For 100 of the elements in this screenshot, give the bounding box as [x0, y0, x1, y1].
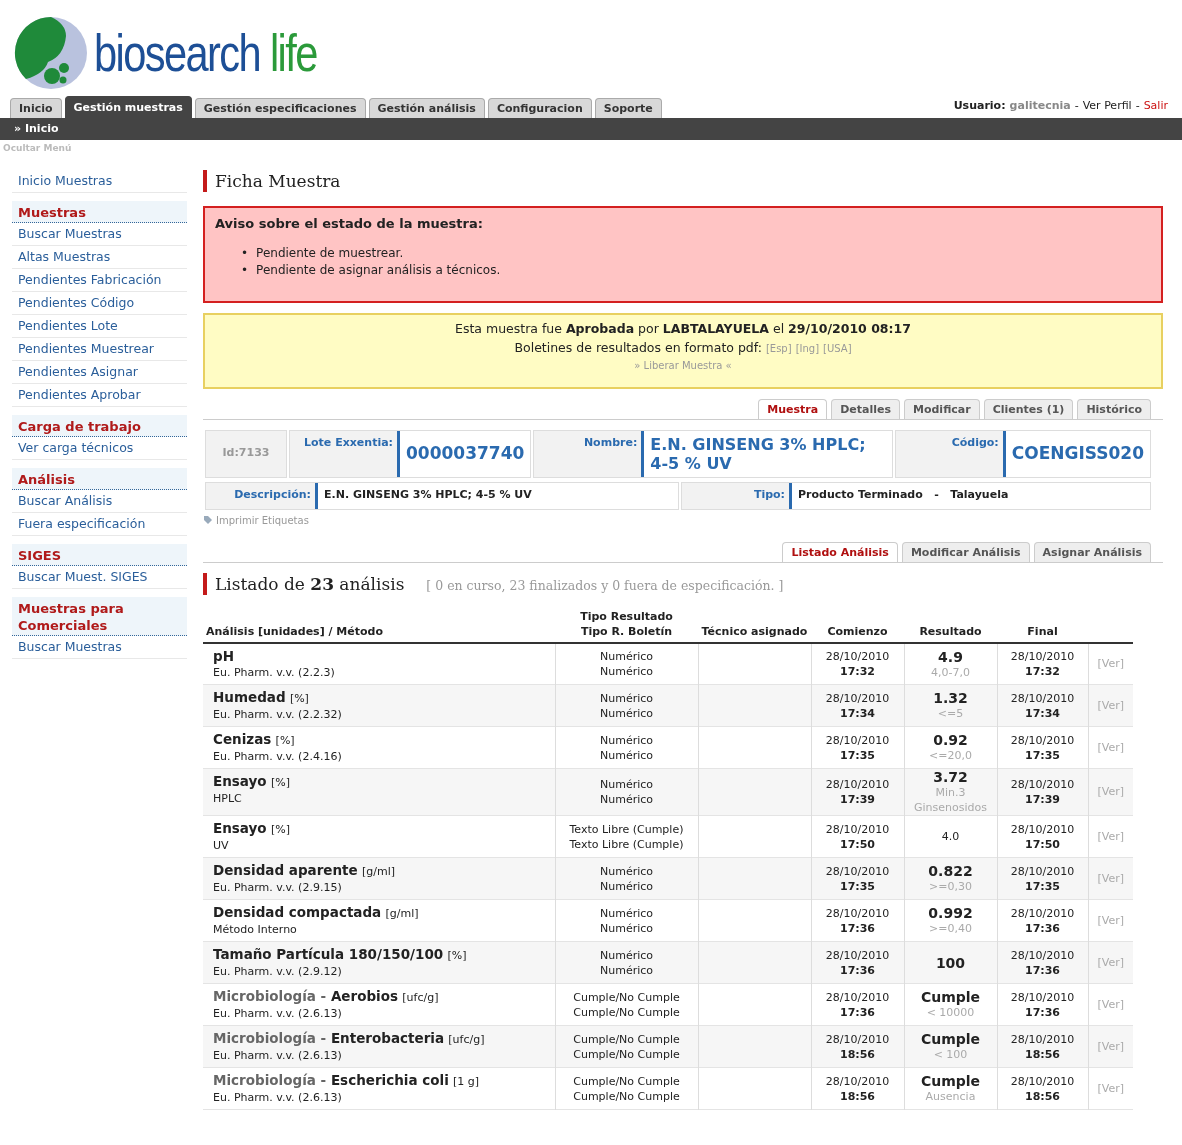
- result-spec: < 10000: [925, 1005, 976, 1021]
- tab[interactable]: Listado Análisis: [782, 541, 898, 562]
- start-date: 28/10/2010: [824, 1073, 891, 1089]
- name-value: E.N. GINSENG 3% HPLC; 4-5 % UV: [649, 433, 867, 475]
- sidebar-link[interactable]: Pendientes Muestrear: [12, 337, 187, 361]
- tab[interactable]: Modificar Análisis: [901, 541, 1030, 562]
- tab[interactable]: Clientes (1): [983, 398, 1074, 419]
- column-header: Resultado: [919, 625, 982, 639]
- result-value: Cumple: [919, 1031, 982, 1048]
- warning-item: Pendiente de muestrear.: [256, 245, 404, 262]
- end-time: 17:35: [1024, 747, 1061, 763]
- end-date: 28/10/2010: [1009, 947, 1076, 963]
- result-value: 0.992: [927, 905, 974, 922]
- sidebar-link[interactable]: Pendientes Fabricación: [12, 268, 187, 292]
- tag-icon: [203, 515, 213, 525]
- sidebar-heading: Análisis: [12, 467, 187, 490]
- lot-value: 0000037740: [405, 441, 526, 465]
- tab[interactable]: Gestión especificaciones: [194, 98, 366, 118]
- start-date: 28/10/2010: [824, 863, 891, 879]
- list-title: Listado de 23 análisis: [203, 572, 405, 595]
- result-spec: >=0,30: [928, 879, 973, 895]
- start-time: 17:36: [839, 962, 876, 978]
- logout-link[interactable]: Salir: [1143, 97, 1168, 114]
- tab[interactable]: Modificar: [904, 398, 980, 419]
- end-time: 17:36: [1024, 1004, 1061, 1020]
- column-header: Técnico asignado: [701, 625, 808, 639]
- tab[interactable]: Inicio: [10, 98, 62, 118]
- end-date: 28/10/2010: [1009, 690, 1076, 706]
- end-date: 28/10/2010: [1009, 777, 1076, 793]
- start-date: 28/10/2010: [824, 732, 891, 748]
- start-time: 17:36: [839, 1004, 876, 1020]
- analysis-method: UV: [213, 838, 230, 854]
- sidebar-link[interactable]: Pendientes Lote: [12, 314, 187, 338]
- tab[interactable]: Configuracion: [487, 98, 592, 118]
- result-value: 0.822: [927, 863, 974, 880]
- tab[interactable]: Gestión análisis: [368, 98, 485, 118]
- warning-title: Aviso sobre el estado de la muestra:: [215, 214, 484, 233]
- analysis-name: Ensayo [%]: [213, 773, 291, 792]
- result-type: Cumple/No Cumple: [572, 989, 681, 1005]
- report-type: Numérico: [598, 664, 654, 680]
- tab[interactable]: Histórico: [1077, 398, 1151, 419]
- result-type: Texto Libre (Cumple): [568, 821, 685, 837]
- type-value: Producto Terminado - Talayuela: [797, 487, 1010, 504]
- analysis-name: Microbiología - Escherichia coli [1 g]: [213, 1072, 481, 1091]
- tab[interactable]: Detalles: [831, 398, 900, 419]
- sidebar-link[interactable]: Altas Muestras: [12, 245, 187, 269]
- report-type: Numérico: [598, 920, 654, 936]
- sidebar-link[interactable]: Buscar Muest. SIGES: [12, 565, 187, 589]
- tab[interactable]: Asignar Análisis: [1033, 541, 1151, 562]
- end-date: 28/10/2010: [1009, 1031, 1076, 1047]
- sidebar-link[interactable]: Fuera especificación: [12, 512, 187, 536]
- result-spec: <=5: [936, 706, 965, 722]
- column-header: Final: [1027, 625, 1058, 639]
- end-time: 17:34: [1024, 705, 1061, 721]
- start-date: 28/10/2010: [824, 649, 891, 665]
- reports-label: Boletines de resultados en formato pdf:: [514, 338, 762, 357]
- analysis-name: Densidad compactada [g/ml]: [213, 904, 420, 923]
- sidebar-link[interactable]: Pendientes Aprobar: [12, 383, 187, 407]
- end-date: 28/10/2010: [1009, 989, 1076, 1005]
- start-time: 17:36: [839, 920, 876, 936]
- column-header: Tipo Resultado Tipo R. Boletín: [580, 610, 673, 639]
- analysis-name: Humedad [%]: [213, 689, 310, 708]
- sidebar-heading: Muestras para Comerciales: [12, 596, 187, 636]
- report-type: Cumple/No Cumple: [572, 1046, 681, 1062]
- start-time: 18:56: [839, 1088, 876, 1104]
- description-label: Descripción:: [206, 482, 318, 509]
- result-type: Cumple/No Cumple: [572, 1031, 681, 1047]
- user-label: Usuario:: [953, 97, 1006, 114]
- sidebar-link[interactable]: Ver carga técnicos: [12, 436, 187, 460]
- sidebar-link[interactable]: Pendientes Asignar: [12, 360, 187, 384]
- lot-label: Lote Exxentia:: [290, 430, 400, 477]
- sidebar-link[interactable]: Inicio Muestras: [12, 169, 187, 193]
- sidebar-link[interactable]: Buscar Muestras: [12, 635, 187, 659]
- analysis-name: Cenizas [%]: [213, 731, 296, 750]
- start-time: 17:34: [839, 705, 876, 721]
- result-value: 4.9: [937, 648, 964, 665]
- code-value: COENGISS020: [1010, 441, 1145, 465]
- start-date: 28/10/2010: [824, 1031, 891, 1047]
- end-date: 28/10/2010: [1009, 821, 1076, 837]
- sidebar-link[interactable]: Buscar Muestras: [12, 222, 187, 246]
- result-type: Numérico: [598, 905, 654, 921]
- result-spec: <=20,0: [928, 748, 973, 764]
- report-type: Texto Libre (Cumple): [568, 836, 685, 852]
- result-value: 1.32: [932, 690, 969, 707]
- start-date: 28/10/2010: [824, 690, 891, 706]
- profile-link[interactable]: Ver Perfil: [1082, 97, 1132, 114]
- tab[interactable]: Soporte: [594, 98, 662, 118]
- report-type: Numérico: [598, 705, 654, 721]
- sidebar-heading: Muestras: [12, 200, 187, 223]
- sidebar-link[interactable]: Buscar Análisis: [12, 489, 187, 513]
- analysis-method: Eu. Pharm. v.v. (2.6.13): [213, 1048, 343, 1064]
- analysis-name: Tamaño Partícula 180/150/100 [%]: [213, 946, 468, 965]
- result-spec: >=0,40: [928, 921, 973, 937]
- analysis-method: Eu. Pharm. v.v. (2.4.16): [213, 749, 343, 765]
- analysis-method: Eu. Pharm. v.v. (2.6.13): [213, 1090, 343, 1106]
- start-date: 28/10/2010: [824, 905, 891, 921]
- end-time: 17:36: [1024, 962, 1061, 978]
- tab[interactable]: Gestión muestras: [64, 96, 192, 118]
- tab[interactable]: Muestra: [758, 398, 828, 419]
- sidebar-link[interactable]: Pendientes Código: [12, 291, 187, 315]
